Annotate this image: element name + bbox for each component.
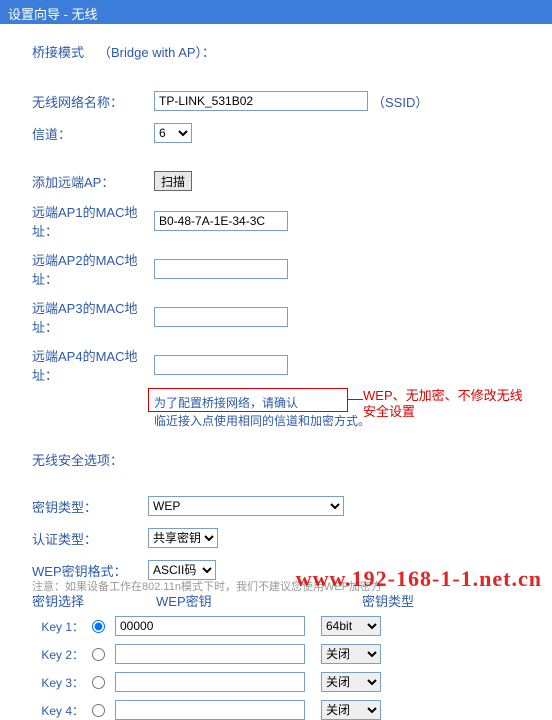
key3-radio[interactable] [92,676,105,689]
key4-label: Key 4： [24,702,84,719]
key2-radio[interactable] [92,648,105,661]
mac3-input[interactable] [154,307,288,327]
key4-radio[interactable] [92,704,105,717]
window-title: 设置向导 - 无线 [0,0,552,24]
key4-type-select[interactable]: 关闭 [321,700,381,720]
key1-radio[interactable] [92,620,105,633]
mac2-label: 远端AP2的MAC地址： [32,250,154,288]
mac4-input[interactable] [154,355,288,375]
key-row-4: Key 4： 关闭 [24,700,528,720]
mac2-input[interactable] [154,259,288,279]
add-ap-label: 添加远端AP： [32,172,154,191]
key3-input[interactable] [115,672,305,692]
key-row-3: Key 3： 关闭 [24,672,528,692]
key1-label: Key 1： [24,618,84,635]
key1-input[interactable] [115,616,305,636]
security-section-label: 无线安全选项： [32,450,528,469]
key-row-1: Key 1： 64bit [24,616,528,636]
mac3-label: 远端AP3的MAC地址： [32,298,154,336]
mac1-input[interactable] [154,211,288,231]
auth-type-select[interactable]: 共享密钥 [148,528,218,548]
key3-type-select[interactable]: 关闭 [321,672,381,692]
key2-type-select[interactable]: 关闭 [321,644,381,664]
scan-button[interactable]: 扫描 [154,171,192,191]
ssid-suffix: （SSID） [372,92,428,111]
key2-label: Key 2： [24,646,84,663]
bridge-with-ap-label: （Bridge with AP）： [98,42,215,61]
mac4-label: 远端AP4的MAC地址： [32,346,154,384]
key3-label: Key 3： [24,674,84,691]
bridge-mode-label: 桥接模式 [32,42,84,61]
ssid-label: 无线网络名称： [32,92,154,111]
channel-select[interactable]: 6 [154,123,192,143]
ssid-input[interactable] [154,91,368,111]
wep-format-select[interactable]: ASCII码 [148,560,216,580]
mac1-label: 远端AP1的MAC地址： [32,202,154,240]
auth-type-label: 认证类型： [32,529,148,548]
key4-input[interactable] [115,700,305,720]
key-table: Key 1： 64bit Key 2： 关闭 Key 3： 关闭 Key 4： … [24,616,528,720]
key-row-2: Key 2： 关闭 [24,644,528,664]
key1-type-select[interactable]: 64bit [321,616,381,636]
wep-format-label: WEP密钥格式： [32,561,148,580]
callout-text: WEP、无加密、不修改无线安全设置 [363,388,533,420]
key-type-label: 密钥类型： [32,497,148,516]
key-type-select[interactable]: WEP [148,496,344,516]
callout-line [348,399,363,400]
channel-label: 信道： [32,124,154,143]
key2-input[interactable] [115,644,305,664]
watermark: www.192-168-1-1.net.cn [296,566,542,592]
